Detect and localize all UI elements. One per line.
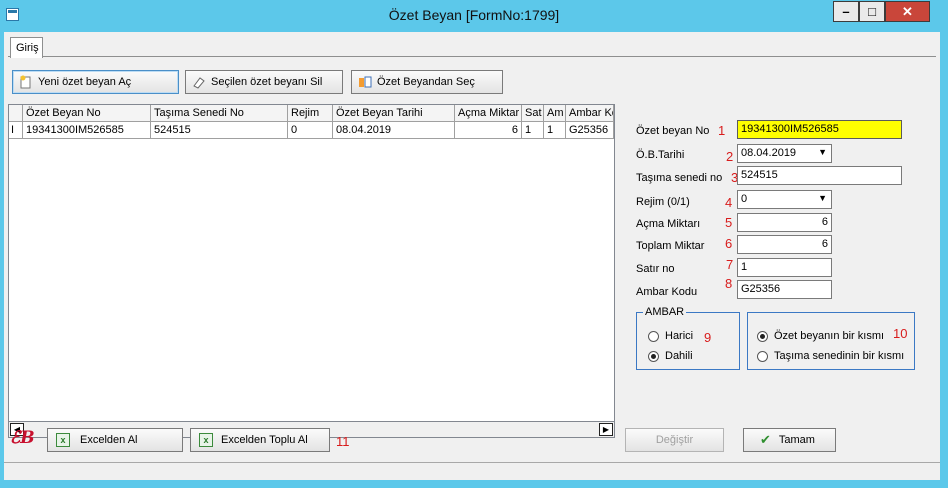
column-header[interactable]: Taşıma Senedi No — [151, 105, 288, 121]
column-header[interactable]: Sat — [522, 105, 544, 121]
ob-tarihi-value: 08.04.2019 — [741, 147, 797, 159]
annotation-10: 10 — [893, 326, 908, 341]
row-indicator-header — [9, 105, 23, 121]
column-header[interactable]: Açma Miktar — [455, 105, 522, 121]
row-indicator: I — [9, 122, 23, 139]
new-ozet-beyan-label: Yeni özet beyan Aç — [38, 76, 132, 88]
ozet-beyan-grid[interactable]: Özet Beyan No Taşıma Senedi No Rejim Öze… — [8, 104, 615, 422]
annotation-8: 8 — [725, 276, 733, 291]
annotation-9: 9 — [704, 330, 712, 345]
table-cell[interactable]: 0 — [288, 122, 333, 139]
tab-strip: Giriş — [8, 35, 936, 58]
radio-harici[interactable]: Harici — [648, 330, 693, 342]
table-cell[interactable]: 08.04.2019 — [333, 122, 455, 139]
radio-harici-label: Harici — [665, 330, 694, 342]
acma-miktari-label: Açma Miktarı — [636, 218, 701, 230]
tamam-label: Tamam — [778, 434, 815, 446]
select-from-ozet-beyan-label: Özet Beyandan Seç — [377, 76, 475, 88]
ozet-beyan-no-input[interactable]: 19341300IM526585 — [737, 120, 902, 139]
column-header[interactable]: Özet Beyan Tarihi — [333, 105, 455, 121]
chevron-down-icon[interactable]: ▼ — [818, 193, 827, 203]
radio-circle-icon — [648, 330, 659, 342]
tab-giris[interactable]: Giriş — [10, 37, 43, 58]
toplam-miktar-input[interactable]: 6 — [737, 235, 832, 254]
radio-dahili-label: Dahili — [665, 350, 693, 362]
column-header[interactable]: Ambar Kc — [566, 105, 614, 121]
table-cell[interactable]: 1 — [522, 122, 544, 139]
close-button[interactable]: ✕ — [885, 1, 930, 22]
table-cell[interactable]: G25356 — [566, 122, 614, 139]
radio-tasima-senedi-kismi-label: Taşıma senedinin bir kısmı — [774, 350, 905, 362]
toplam-miktar-label: Toplam Miktar — [636, 240, 705, 252]
delete-selected-label: Seçilen özet beyanı Sil — [211, 76, 323, 88]
rejim-select[interactable]: 0 ▼ — [737, 190, 832, 209]
window-title: Özet Beyan [FormNo:1799] — [388, 7, 560, 23]
form-client-area: Giriş Yeni özet beyan Aç Seçilen özet be… — [4, 32, 940, 480]
annotation-7: 7 — [726, 257, 734, 272]
annotation-5: 5 — [725, 215, 733, 230]
radio-ozet-beyan-kismi[interactable]: Özet beyanın bir kısmı — [757, 330, 884, 342]
table-cell[interactable]: 19341300IM526585 — [23, 122, 151, 139]
table-cell[interactable]: 1 — [544, 122, 566, 139]
radio-circle-icon — [757, 350, 768, 362]
column-header[interactable]: Am — [544, 105, 566, 121]
table-row[interactable]: I 19341300IM526585 524515 0 08.04.2019 6… — [9, 122, 614, 139]
radio-selected-icon — [648, 350, 659, 362]
new-ozet-beyan-button[interactable]: Yeni özet beyan Aç — [12, 70, 179, 94]
column-header[interactable]: Özet Beyan No — [23, 105, 151, 121]
eb-logo: ℰB — [10, 428, 35, 448]
tamam-button[interactable]: ✔ Tamam — [743, 428, 836, 452]
ozet-beyan-no-label: Özet beyan No — [636, 125, 710, 137]
ambar-groupbox: AMBAR Harici 9 Dahili — [636, 306, 740, 370]
radio-dahili[interactable]: Dahili — [648, 350, 693, 362]
grid-header: Özet Beyan No Taşıma Senedi No Rejim Öze… — [9, 105, 614, 122]
tasima-senedi-input[interactable]: 524515 — [737, 166, 902, 185]
ob-tarihi-label: Ö.B.Tarihi — [636, 149, 685, 161]
app-window: Özet Beyan [FormNo:1799] – □ ✕ Giriş Yen… — [0, 0, 948, 488]
new-document-icon — [19, 75, 33, 89]
annotation-11: 11 — [336, 434, 350, 449]
ob-tarihi-datepicker[interactable]: 08.04.2019 ▼ — [737, 144, 832, 163]
checkmark-icon: ✔ — [760, 432, 771, 447]
excelden-al-button[interactable]: x Excelden Al — [47, 428, 183, 452]
maximize-button[interactable]: □ — [859, 1, 885, 22]
satir-no-input[interactable]: 1 — [737, 258, 832, 277]
ambar-group-title: AMBAR — [643, 306, 687, 318]
select-icon — [358, 75, 372, 89]
annotation-4: 4 — [725, 195, 733, 210]
scroll-right-icon[interactable]: ▶ — [599, 423, 613, 436]
degistir-button[interactable]: Değiştir — [625, 428, 724, 452]
radio-ozet-beyan-kismi-label: Özet beyanın bir kısmı — [774, 330, 885, 342]
chevron-down-icon[interactable]: ▼ — [818, 147, 827, 157]
radio-selected-icon — [757, 330, 768, 342]
satir-no-label: Satır no — [636, 263, 675, 275]
rejim-label: Rejim (0/1) — [636, 196, 690, 208]
ambar-kodu-label: Ambar Kodu — [636, 286, 698, 298]
excelden-toplu-al-label: Excelden Toplu Al — [221, 434, 308, 446]
table-cell[interactable]: 6 — [455, 122, 522, 139]
excel-icon: x — [56, 433, 70, 447]
table-cell[interactable]: 524515 — [151, 122, 288, 139]
status-bar — [4, 462, 940, 480]
excelden-al-label: Excelden Al — [80, 434, 138, 446]
column-header[interactable]: Rejim — [288, 105, 333, 121]
excel-icon: x — [199, 433, 213, 447]
tasima-senedi-label: Taşıma senedi no — [636, 172, 723, 184]
title-bar[interactable]: Özet Beyan [FormNo:1799] – □ ✕ — [0, 0, 948, 32]
kisim-groupbox: Özet beyanın bir kısmı 10 Taşıma senedin… — [747, 312, 915, 370]
minimize-button[interactable]: – — [833, 1, 859, 22]
select-from-ozet-beyan-button[interactable]: Özet Beyandan Seç — [351, 70, 503, 94]
eraser-icon — [192, 75, 206, 89]
radio-tasima-senedi-kismi[interactable]: Taşıma senedinin bir kısmı — [757, 350, 904, 362]
delete-selected-button[interactable]: Seçilen özet beyanı Sil — [185, 70, 343, 94]
ambar-kodu-input[interactable]: G25356 — [737, 280, 832, 299]
acma-miktari-input[interactable]: 6 — [737, 213, 832, 232]
excelden-toplu-al-button[interactable]: x Excelden Toplu Al — [190, 428, 330, 452]
annotation-2: 2 — [726, 149, 734, 164]
annotation-1: 1 — [718, 123, 726, 138]
annotation-6: 6 — [725, 236, 733, 251]
rejim-value: 0 — [741, 193, 748, 205]
